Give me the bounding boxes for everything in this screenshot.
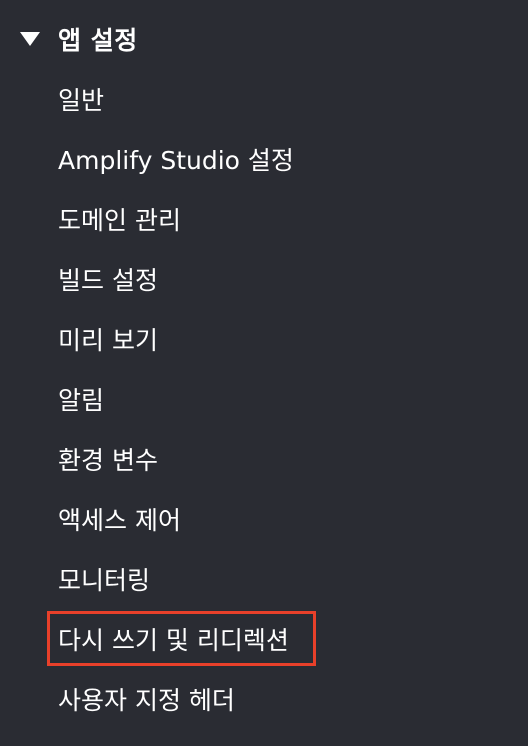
app-settings-section-header[interactable]: 앱 설정 <box>18 17 138 61</box>
app-settings-panel: 앱 설정 일반 Amplify Studio 설정 도메인 관리 빌드 설정 미… <box>0 0 528 746</box>
nav-item-label: Amplify Studio 설정 <box>58 145 294 175</box>
nav-item-label: 사용자 지정 헤더 <box>58 685 235 715</box>
nav-item-custom-headers[interactable]: 사용자 지정 헤더 <box>0 670 528 730</box>
nav-item-previews[interactable]: 미리 보기 <box>0 310 528 370</box>
nav-item-environment-variables[interactable]: 환경 변수 <box>0 430 528 490</box>
nav-item-amplify-studio-settings[interactable]: Amplify Studio 설정 <box>0 130 528 190</box>
app-settings-nav: 일반 Amplify Studio 설정 도메인 관리 빌드 설정 미리 보기 … <box>0 70 528 730</box>
nav-item-label: 미리 보기 <box>58 325 158 355</box>
nav-item-monitoring[interactable]: 모니터링 <box>0 550 528 610</box>
nav-item-label: 일반 <box>58 85 105 115</box>
nav-item-label: 알림 <box>58 385 105 415</box>
section-title: 앱 설정 <box>58 26 138 55</box>
nav-item-notifications[interactable]: 알림 <box>0 370 528 430</box>
nav-item-label: 빌드 설정 <box>58 265 158 295</box>
nav-item-domain-management[interactable]: 도메인 관리 <box>0 190 528 250</box>
nav-item-access-control[interactable]: 액세스 제어 <box>0 490 528 550</box>
caret-down-icon[interactable] <box>20 32 40 46</box>
nav-item-label: 액세스 제어 <box>58 505 181 535</box>
nav-item-label: 다시 쓰기 및 리디렉션 <box>58 625 289 655</box>
nav-item-label: 환경 변수 <box>58 445 158 475</box>
nav-item-build-settings[interactable]: 빌드 설정 <box>0 250 528 310</box>
nav-item-general[interactable]: 일반 <box>0 70 528 130</box>
nav-item-rewrites-and-redirects[interactable]: 다시 쓰기 및 리디렉션 <box>0 610 528 670</box>
nav-item-label: 도메인 관리 <box>58 205 181 235</box>
nav-item-label: 모니터링 <box>58 565 151 595</box>
